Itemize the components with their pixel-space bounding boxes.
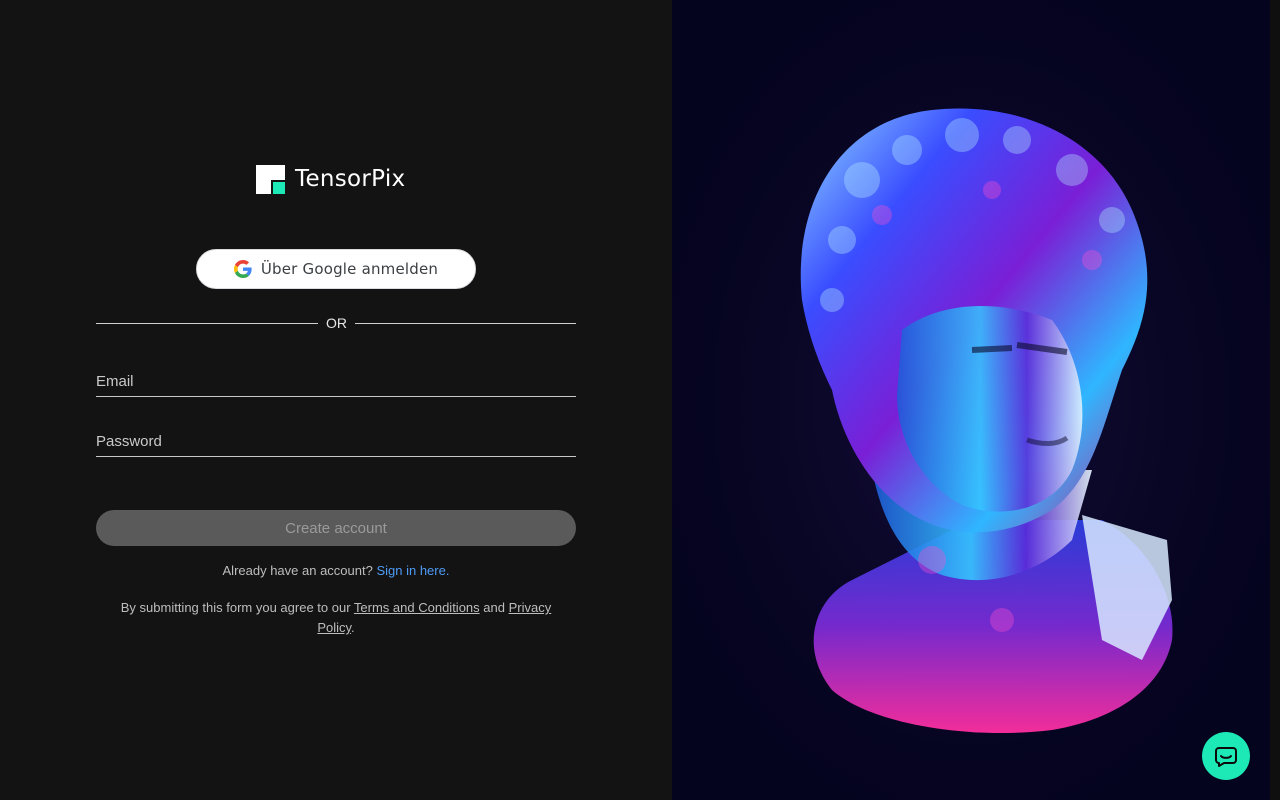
legal-suffix: . — [351, 620, 355, 635]
signin-link[interactable]: Sign in here. — [376, 563, 449, 578]
divider-line-left — [96, 323, 318, 324]
google-signin-button[interactable]: Über Google anmelden — [196, 249, 476, 289]
brand-name: TensorPix — [295, 166, 406, 192]
legal-prefix: By submitting this form you agree to our — [120, 600, 351, 615]
hero-panel — [672, 0, 1270, 800]
chat-bubble-icon — [1214, 744, 1238, 768]
chat-launcher-button[interactable] — [1202, 732, 1250, 780]
signin-prompt: Already have an account? Sign in here. — [96, 563, 576, 578]
email-field[interactable] — [96, 363, 576, 396]
email-field-wrapper — [96, 363, 576, 397]
tensorpix-logo-icon — [256, 164, 285, 194]
legal-and: and — [483, 600, 505, 615]
or-divider: OR — [96, 313, 576, 333]
brand-logo[interactable]: TensorPix — [256, 164, 405, 194]
create-account-button[interactable]: Create account — [96, 510, 576, 546]
password-field[interactable] — [96, 423, 576, 456]
chrome-statue-bust-image — [672, 0, 1270, 800]
google-g-icon — [233, 260, 252, 278]
legal-notice: By submitting this form you agree to our… — [110, 598, 562, 638]
scrollbar[interactable] — [1270, 0, 1280, 800]
signup-panel: TensorPix Über Google anmelden OR Create… — [0, 0, 672, 800]
or-text: OR — [326, 315, 347, 331]
google-signin-label: Über Google anmelden — [260, 260, 439, 278]
signin-prompt-text: Already have an account? — [222, 563, 373, 578]
divider-line-right — [355, 323, 576, 324]
terms-link[interactable]: Terms and Conditions — [354, 600, 480, 615]
password-field-wrapper — [96, 423, 576, 457]
